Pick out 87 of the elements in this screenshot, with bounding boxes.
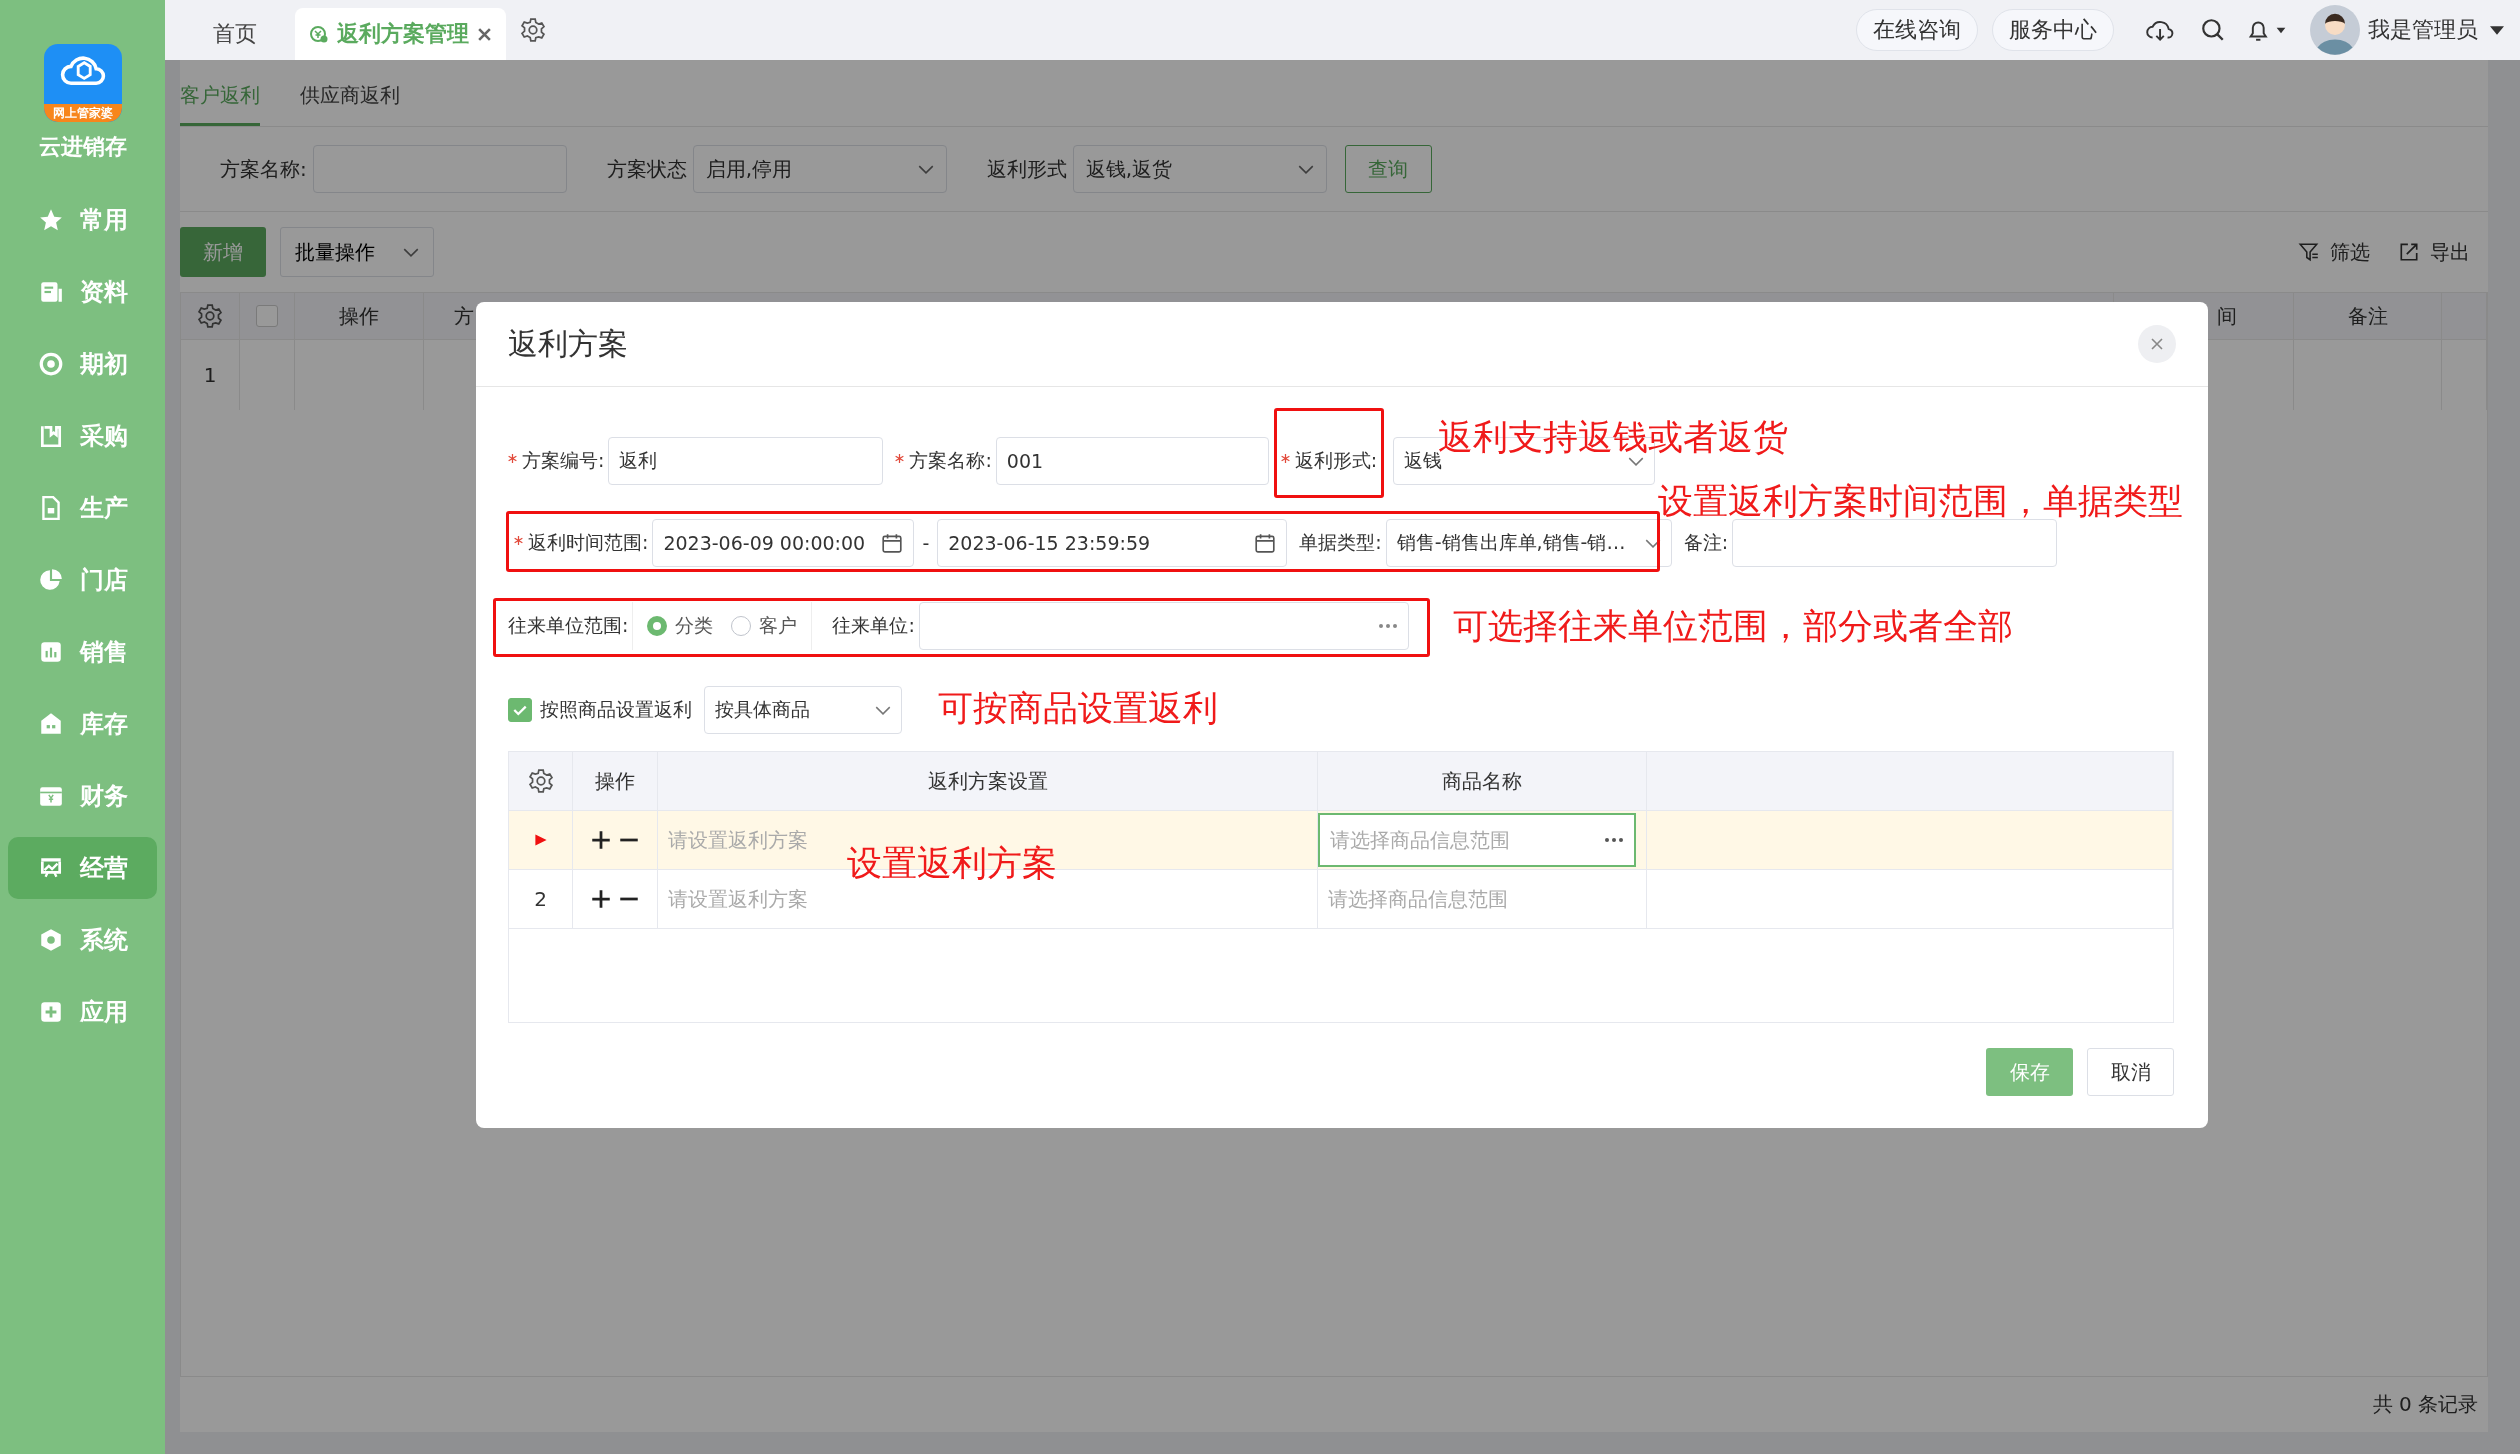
row-number: 2 [534, 887, 547, 911]
calendar-icon[interactable] [1254, 532, 1277, 554]
filter-icon[interactable] [2298, 241, 2320, 263]
target-icon [37, 351, 64, 377]
filter-label: 方案名称: [220, 155, 307, 183]
filter-link[interactable]: 筛选 [2330, 238, 2370, 266]
cancel-button[interactable]: 取消 [2087, 1048, 2174, 1096]
field-label: 往来单位范围: [508, 613, 629, 638]
radio-option[interactable]: 客户 [731, 613, 798, 639]
chevron-down-icon [403, 247, 419, 257]
chevron-down-icon [875, 705, 891, 715]
field-label: 单据类型: [1299, 530, 1382, 555]
more-icon[interactable] [1604, 837, 1624, 843]
header-link-button[interactable]: 服务中心 [1992, 9, 2114, 51]
field-label: 备注: [1683, 530, 1729, 555]
chevron-down-icon [917, 164, 934, 174]
filter-select[interactable]: 启用,停用 [692, 145, 947, 193]
settings-icon[interactable] [527, 768, 554, 794]
sidebar-item[interactable]: 经营 [8, 837, 157, 899]
select-field[interactable]: 销售-销售出库单,销售-销… [1385, 519, 1672, 567]
header-link-button[interactable]: 在线咨询 [1856, 9, 1978, 51]
dialog-title: 返利方案 [508, 324, 628, 363]
field-label: 返利形式: [1280, 448, 1378, 474]
column-header: 操作 [339, 302, 379, 330]
batch-dropdown[interactable]: 批量操作 [280, 227, 434, 277]
select-field[interactable]: 按具体商品 [704, 686, 902, 734]
export-link[interactable]: 导出 [2430, 238, 2470, 266]
add-row-icon[interactable] [591, 830, 611, 850]
annotation-text: 设置返利方案 [847, 842, 1057, 884]
calendar-icon[interactable] [881, 532, 904, 554]
checkbox[interactable] [508, 698, 532, 722]
page-tab[interactable]: 返利方案管理 [295, 8, 506, 60]
app-name: 云进销存 [38, 133, 127, 161]
close-icon[interactable] [477, 26, 492, 42]
add-row-icon[interactable] [591, 889, 611, 909]
field-label: 方案名称: [895, 448, 992, 474]
star-icon [37, 207, 64, 233]
required-icon [895, 454, 905, 463]
field-label: 方案编号: [508, 448, 605, 474]
coin-icon [309, 24, 329, 44]
avatar[interactable] [2310, 5, 2360, 55]
export-icon[interactable] [2398, 241, 2420, 263]
column-header: 返利方案设置 [927, 767, 1048, 795]
input-field[interactable] [1732, 519, 2058, 567]
annotation-text: 可按商品设置返利 [938, 687, 1218, 729]
radio-button[interactable] [731, 616, 752, 636]
settings-icon[interactable] [520, 17, 546, 43]
range-separator: - [922, 532, 930, 554]
column-header: 间 [2217, 302, 2237, 330]
input-field[interactable]: 返利 [608, 437, 884, 485]
app-logo: 网上管家婆 [43, 44, 122, 122]
input-field[interactable] [918, 602, 1409, 650]
more-icon[interactable] [1377, 623, 1398, 629]
column-header: 方 [454, 302, 474, 330]
column-header: 商品名称 [1442, 767, 1522, 795]
record-count: 共 0 条记录 [2372, 1391, 2478, 1418]
chevron-down-icon [1297, 164, 1314, 174]
pie-chart-icon [37, 567, 64, 593]
search-icon[interactable] [2200, 17, 2226, 43]
required-icon [1280, 454, 1290, 463]
select-all-checkbox[interactable] [256, 305, 278, 327]
radio-option[interactable]: 分类 [647, 613, 714, 639]
close-icon [2150, 337, 2164, 351]
filter-select[interactable]: 返钱,返货 [1072, 145, 1327, 193]
annotation-text: 设置返利方案时间范围，单据类型 [1658, 480, 2183, 522]
required-icon [508, 454, 517, 463]
annotation-text: 可选择往来单位范围，部分或者全部 [1453, 605, 2013, 647]
chevron-down-icon [1628, 456, 1645, 466]
field-label: 往来单位: [832, 613, 915, 638]
required-icon [514, 536, 523, 545]
page-tab[interactable]: 首页 [183, 8, 287, 60]
filter-label: 返利形式 [986, 155, 1067, 183]
filter-label: 方案状态 [606, 155, 687, 183]
caret-icon[interactable] [2490, 25, 2504, 35]
input-field[interactable]: 001 [995, 437, 1269, 485]
field-label: 返利时间范围: [514, 530, 649, 556]
sub-tab[interactable]: 供应商返利 [300, 82, 400, 126]
current-row-icon [533, 833, 548, 847]
row-number: 1 [203, 363, 217, 387]
column-header: 操作 [595, 767, 635, 795]
settings-icon[interactable] [197, 303, 223, 329]
checkbox-option[interactable]: 按照商品设置返利 [508, 697, 692, 723]
user-name[interactable]: 我是管理员 [2368, 15, 2478, 45]
radio-button[interactable] [647, 616, 668, 636]
date-field[interactable]: 2023-06-09 00:00:00 [652, 519, 915, 567]
date-field[interactable]: 2023-06-15 23:59:59 [937, 519, 1288, 567]
column-header: 备注 [2347, 302, 2388, 330]
